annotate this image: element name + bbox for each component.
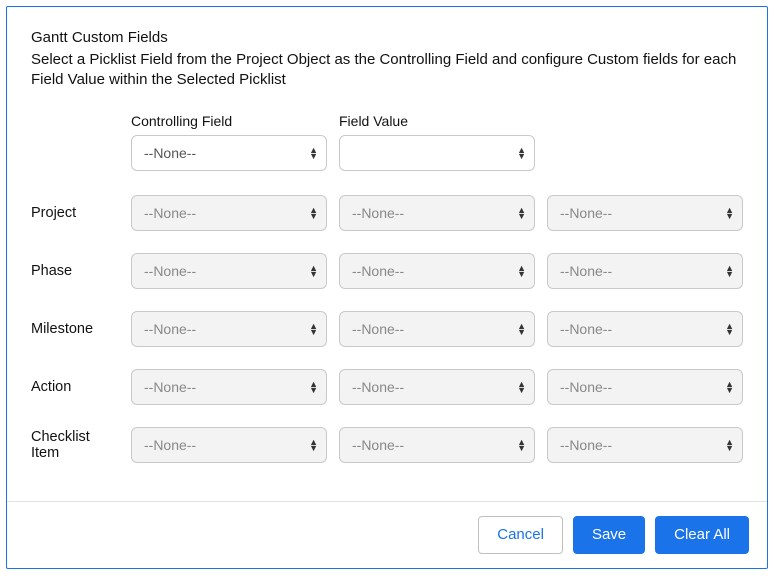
chevron-updown-icon: ▲▼ — [725, 265, 734, 277]
field-select[interactable]: --None-- ▲▼ — [131, 369, 327, 405]
field-select[interactable]: --None-- ▲▼ — [547, 311, 743, 347]
field-select-value: --None-- — [352, 437, 404, 453]
field-select[interactable]: --None-- ▲▼ — [131, 427, 327, 463]
chevron-updown-icon: ▲▼ — [725, 207, 734, 219]
config-row: Checklist Item--None--▲▼--None--▲▼--None… — [31, 427, 743, 463]
row-label: Milestone — [31, 321, 119, 337]
field-select-value: --None-- — [144, 205, 196, 221]
gantt-custom-fields-panel: Gantt Custom Fields Select a Picklist Fi… — [6, 6, 768, 569]
chevron-updown-icon: ▲▼ — [309, 265, 318, 277]
chevron-updown-icon: ▲▼ — [517, 265, 526, 277]
chevron-updown-icon: ▲▼ — [517, 439, 526, 451]
field-select-value: --None-- — [560, 437, 612, 453]
field-select[interactable]: --None-- ▲▼ — [339, 311, 535, 347]
chevron-updown-icon: ▲▼ — [517, 381, 526, 393]
field-select[interactable]: --None-- ▲▼ — [547, 427, 743, 463]
field-select[interactable]: --None-- ▲▼ — [131, 311, 327, 347]
field-select[interactable]: --None-- ▲▼ — [339, 369, 535, 405]
field-value-select[interactable]: ▲▼ — [339, 135, 535, 171]
field-select[interactable]: --None-- ▲▼ — [131, 253, 327, 289]
row-label: Action — [31, 379, 119, 395]
controlling-row: Controlling Field --None-- ▲▼ Field Valu… — [31, 113, 743, 171]
panel-description: Select a Picklist Field from the Project… — [31, 50, 743, 91]
panel-title: Gantt Custom Fields — [31, 29, 743, 46]
field-select-value: --None-- — [144, 379, 196, 395]
field-select[interactable]: --None-- ▲▼ — [547, 253, 743, 289]
chevron-updown-icon: ▲▼ — [725, 439, 734, 451]
field-value-label: Field Value — [339, 113, 535, 129]
config-row: Milestone --None-- ▲▼ --None-- ▲▼ --None-- ▲▼ — [31, 311, 743, 347]
chevron-updown-icon: ▲▼ — [725, 323, 734, 335]
field-select-value: --None-- — [352, 263, 404, 279]
field-select-value: --None-- — [352, 205, 404, 221]
field-select[interactable]: --None-- ▲▼ — [547, 195, 743, 231]
config-row: Project --None-- ▲▼ --None-- ▲▼ --None-- ▲▼ — [31, 195, 743, 231]
panel-content: Gantt Custom Fields Select a Picklist Fi… — [7, 7, 767, 501]
field-select[interactable]: --None-- ▲▼ — [131, 195, 327, 231]
row-label: Phase — [31, 263, 119, 279]
field-select-value: --None-- — [352, 379, 404, 395]
field-select-value: --None-- — [560, 379, 612, 395]
controlling-field-value: --None-- — [144, 145, 196, 161]
row-label: Project — [31, 205, 119, 221]
config-row: Action --None-- ▲▼ --None-- ▲▼ --None-- ▲▼ — [31, 369, 743, 405]
field-select-value: --None-- — [144, 437, 196, 453]
chevron-updown-icon: ▲▼ — [517, 323, 526, 335]
chevron-updown-icon: ▲▼ — [309, 381, 318, 393]
chevron-updown-icon: ▲▼ — [309, 439, 318, 451]
field-select[interactable]: --None-- ▲▼ — [339, 195, 535, 231]
field-select-value: --None-- — [560, 263, 612, 279]
controlling-field-label: Controlling Field — [131, 113, 327, 129]
spacer — [31, 113, 119, 171]
save-button[interactable]: Save — [573, 516, 645, 554]
field-select[interactable]: --None-- ▲▼ — [339, 427, 535, 463]
controlling-field-select[interactable]: --None-- ▲▼ — [131, 135, 327, 171]
chevron-updown-icon: ▲▼ — [517, 147, 526, 159]
chevron-updown-icon: ▲▼ — [309, 147, 318, 159]
clear-all-button[interactable]: Clear All — [655, 516, 749, 554]
field-select[interactable]: --None-- ▲▼ — [547, 369, 743, 405]
chevron-updown-icon: ▲▼ — [309, 207, 318, 219]
config-row: Phase --None-- ▲▼ --None-- ▲▼ --None-- ▲▼ — [31, 253, 743, 289]
field-select[interactable]: --None-- ▲▼ — [339, 253, 535, 289]
chevron-updown-icon: ▲▼ — [725, 381, 734, 393]
panel-footer: Cancel Save Clear All — [7, 501, 767, 568]
field-select-value: --None-- — [352, 321, 404, 337]
chevron-updown-icon: ▲▼ — [309, 323, 318, 335]
cancel-button[interactable]: Cancel — [478, 516, 563, 554]
field-select-value: --None-- — [144, 321, 196, 337]
field-select-value: --None-- — [560, 321, 612, 337]
chevron-updown-icon: ▲▼ — [517, 207, 526, 219]
field-select-value: --None-- — [560, 205, 612, 221]
field-select-value: --None-- — [144, 263, 196, 279]
row-label: Checklist Item — [31, 429, 119, 461]
